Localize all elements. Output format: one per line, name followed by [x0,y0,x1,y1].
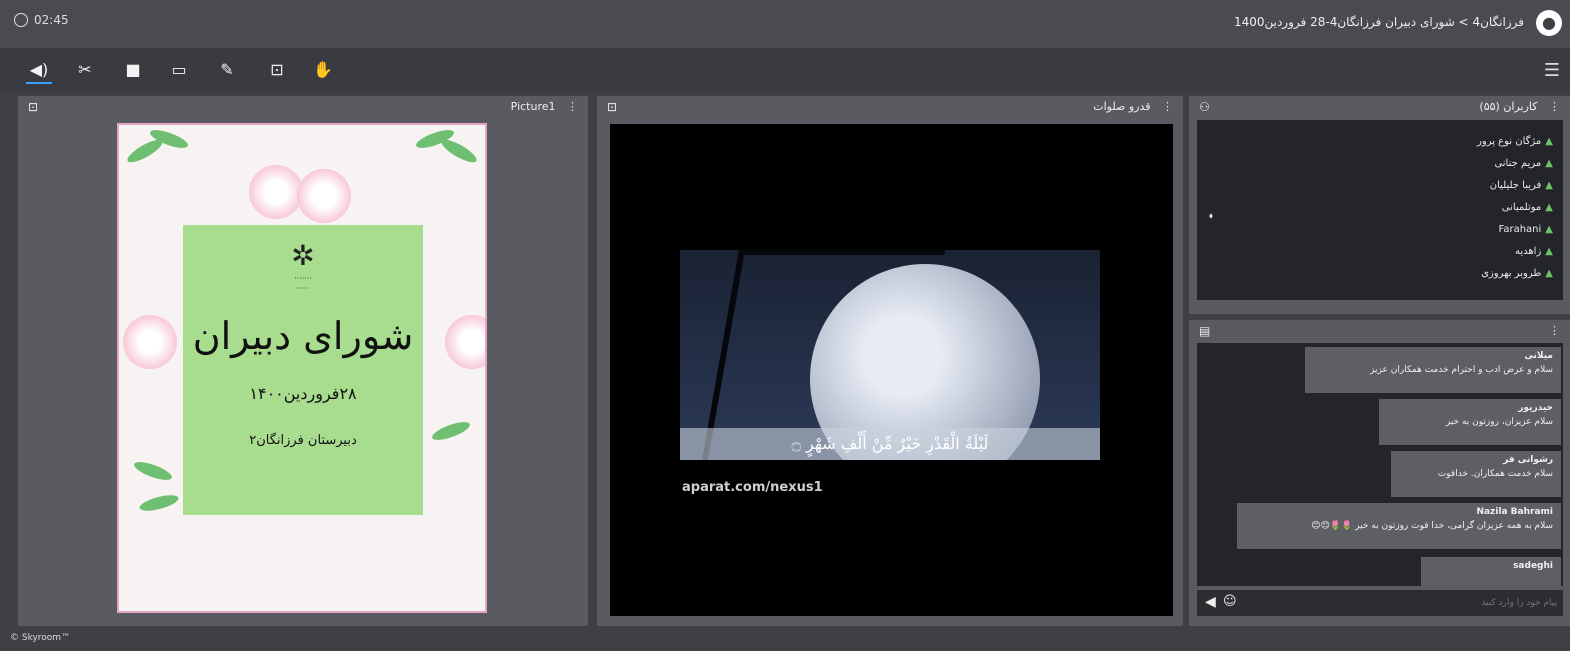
leaf-decoration [138,492,180,514]
video-watermark: aparat.com/nexus1 [682,480,823,495]
user-item[interactable]: ▲Farahani [1499,224,1554,235]
leaf-decoration [132,458,174,484]
chat-message: sadeghi [1421,557,1561,586]
emoji-icon[interactable]: ☺ [1223,594,1237,609]
users-icon[interactable]: ⚇ [1199,100,1210,114]
emblem-icon: ✲ [291,239,315,272]
camera-button[interactable]: ■ [120,58,146,82]
chat-text: سلام به همه عزیزان گرامی، خدا قوت روزتون… [1311,521,1553,531]
user-item[interactable]: ▲مریم جنانی [1494,158,1553,169]
poster-date: ۲۸فروردین۱۴۰۰ [249,384,357,403]
users-list[interactable]: ▲مژگان نوع پرور ▲مریم جنانی ▲فریبا جلیلی… [1197,120,1563,300]
mic-button[interactable]: ✂ [72,58,98,82]
speaker-icon: ◀) [29,60,49,79]
screen-share-icon: ▭ [171,60,187,79]
user-item[interactable]: ▲فریبا جلیلیان [1490,180,1553,191]
menu-icon[interactable]: ☰ [1544,60,1560,81]
flower-decoration [249,165,303,219]
user-item[interactable]: ▲زاهدیه [1515,246,1553,257]
raise-hand-button[interactable]: ✋ [310,58,336,82]
media-icon[interactable]: ⊡ [607,100,617,114]
camera-icon: ■ [125,60,141,79]
chat-icon[interactable]: ▤ [1199,324,1210,338]
user-item[interactable]: ▲موتلمبانی [1502,202,1553,213]
leaf-decoration [430,418,472,444]
chat-message: حیدرپور سلام عزیزان، روزتون به خیر [1379,399,1561,445]
chat-text: سلام عزیزان، روزتون به خیر [1445,417,1553,427]
draw-button[interactable]: ✎ [214,58,240,82]
user-icon: ▲ [1545,202,1553,213]
picture-panel-header: ⊡ ⋮ Picture1 [18,96,588,120]
timer-text: 02:45 [34,13,69,27]
flower-decoration [123,315,177,369]
panel-menu-icon[interactable]: ⋮ [1162,100,1173,113]
chat-message: میلانی سلام و عرض ادب و احترام خدمت همکا… [1305,347,1561,393]
chat-message: Nazila Bahrami سلام به همه عزیزان گرامی،… [1237,503,1561,549]
chat-sender: sadeghi [1513,561,1553,571]
chat-text: سلام خدمت همکاران. خداقوت [1437,469,1553,479]
user-icon: ▲ [1545,158,1553,169]
play-box-icon: ⊡ [270,60,284,79]
chat-message: رشوانی فر سلام خدمت همکاران. خداقوت [1391,451,1561,497]
panel-menu-icon[interactable]: ⋮ [1549,324,1560,337]
user-item[interactable]: ▲مژگان نوع پرور [1477,136,1553,147]
user-icon: ▲ [1545,180,1553,191]
chat-sender: Nazila Bahrami [1476,507,1553,517]
panel-menu-icon[interactable]: ⋮ [1549,100,1560,113]
screen-share-button[interactable]: ▭ [166,58,192,82]
user-icon: ▲ [1545,136,1553,147]
video-frame: لَيْلَةُ الْقَدْرِ خَيْرٌ مِّنْ أَلْفِ ش… [680,250,1100,460]
speaker-button[interactable]: ◀) [26,58,52,84]
media-button[interactable]: ⊡ [264,58,290,82]
video-player[interactable]: لَيْلَةُ الْقَدْرِ خَيْرٌ مِّنْ أَلْفِ ش… [610,124,1173,616]
poster-school: دبیرستان فرزانگان۲ [249,433,357,448]
video-panel-header: ⊡ ⋮ قدرو صلوات [597,96,1183,120]
mic-muted-icon: ✂ [78,60,92,79]
chat-input-bar: ◀ ☺ [1197,590,1563,616]
flower-decoration [297,169,351,223]
pen-icon: ✎ [220,60,234,79]
clock-icon [14,13,28,27]
breadcrumb: فرزانگان4 > شورای دبیران فرزانگان4-28 فر… [1233,15,1524,29]
timer: 02:45 [14,13,69,27]
user-icon: ▲ [1545,268,1553,279]
poster-title: شورای دبیران [192,314,414,358]
video-caption: لَيْلَةُ الْقَدْرِ خَيْرٌ مِّنْ أَلْفِ ش… [680,428,1100,460]
user-icon: ▲ [1545,224,1553,235]
poster-card: ✲ ······· ····· شورای دبیران ۲۸فروردین۱۴۰… [183,225,423,515]
chat-sender: میلانی [1524,351,1553,361]
picture-panel-title: Picture1 [510,100,556,113]
send-icon[interactable]: ◀ [1205,594,1216,610]
chat-panel-header: ▤ ⋮ [1189,320,1570,344]
chat-sender: رشوانی فر [1503,455,1553,465]
user-item[interactable]: ▲طروبر بهروزی [1481,268,1553,279]
media-icon[interactable]: ⊡ [28,100,38,114]
flower-decoration [445,315,485,369]
chat-text: سلام و عرض ادب و احترام خدمت همکاران عزی… [1370,365,1553,375]
chat-input[interactable] [1241,593,1559,613]
video-panel-title: قدرو صلوات [1093,100,1151,113]
users-panel-header: ⚇ ⋮ کاربران (۵۵) [1189,96,1570,120]
poster-subtitle: ······· ····· [294,274,312,293]
footer-copyright: © Skyroom™ [10,633,71,643]
toolbar: ◀) ✂ ■ ▭ ✎ ⊡ ✋ ☰ [0,48,1570,92]
users-panel-title: کاربران (۵۵) [1479,100,1538,113]
chat-messages[interactable]: میلانی سلام و عرض ادب و احترام خدمت همکا… [1197,343,1563,586]
account-icon[interactable]: ● [1536,10,1562,36]
raise-hand-icon: ✋ [313,60,333,79]
poster-image: ✲ ······· ····· شورای دبیران ۲۸فروردین۱۴۰… [117,123,487,613]
scroll-indicator-icon[interactable]: ⬪ [1209,208,1213,224]
chat-sender: حیدرپور [1518,403,1553,413]
user-icon: ▲ [1545,246,1553,257]
panel-menu-icon[interactable]: ⋮ [567,100,578,113]
top-bar: 02:45 فرزانگان4 > شورای دبیران فرزانگان4… [0,0,1570,48]
